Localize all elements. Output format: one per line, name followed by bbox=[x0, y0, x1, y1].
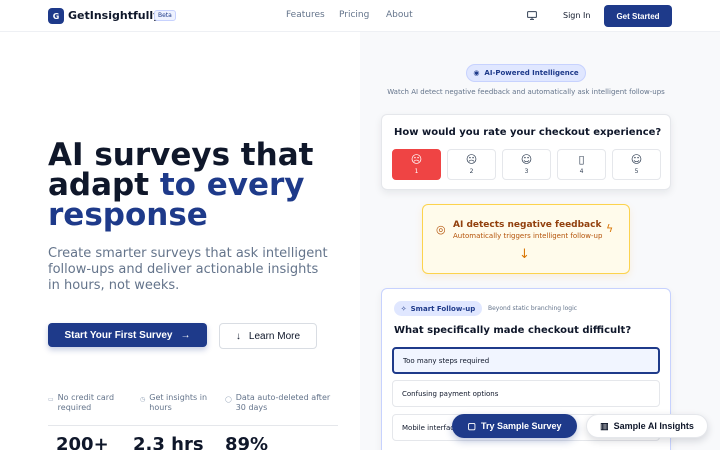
nav-about[interactable]: About bbox=[386, 10, 413, 20]
stat-hours: 2.3 hrs bbox=[133, 434, 204, 450]
sample-insights-label: Sample AI Insights bbox=[613, 421, 694, 431]
rating-number: 4 bbox=[579, 168, 584, 175]
followup-option-1[interactable]: Too many steps required bbox=[392, 347, 660, 374]
frown-face-icon: ☹ bbox=[465, 153, 478, 166]
logo-icon[interactable]: G bbox=[48, 8, 64, 24]
sample-ai-insights-button[interactable]: ▥ Sample AI Insights bbox=[586, 414, 708, 438]
try-sample-label: Try Sample Survey bbox=[480, 421, 562, 431]
nav-pricing[interactable]: Pricing bbox=[339, 10, 369, 20]
brand-name[interactable]: GetInsightfully bbox=[68, 9, 160, 22]
rating-option-1[interactable]: ☹ 1 bbox=[392, 149, 441, 180]
detect-negative-card: ◎ AI detects negative feedback Automatic… bbox=[422, 204, 630, 274]
neutral-face-icon: ☺ bbox=[520, 153, 533, 166]
arrow-down-icon: ↓ bbox=[519, 247, 530, 262]
detect-title: AI detects negative feedback bbox=[453, 220, 602, 230]
learn-more-button[interactable]: ↓ Learn More bbox=[219, 323, 317, 349]
nav-features[interactable]: Features bbox=[286, 10, 325, 20]
arrow-down-icon: ↓ bbox=[235, 330, 241, 342]
happy-face-icon: ☺ bbox=[630, 153, 643, 166]
start-survey-label: Start Your First Survey bbox=[64, 329, 173, 341]
lightning-icon: ϟ bbox=[606, 222, 614, 235]
hero-title-line3: response bbox=[48, 197, 208, 233]
feature-text: Get insights in hours bbox=[149, 393, 208, 412]
followup-note: Beyond static branching logic bbox=[488, 305, 578, 312]
rating-number: 2 bbox=[469, 168, 474, 175]
rating-question: How would you rate your checkout experie… bbox=[394, 127, 662, 138]
rating-option-2[interactable]: ☹ 2 bbox=[447, 149, 496, 180]
try-sample-survey-button[interactable]: ▢ Try Sample Survey bbox=[452, 414, 577, 438]
smart-followup-label: Smart Follow-up bbox=[410, 304, 476, 313]
stat-percent: 89% bbox=[225, 434, 269, 450]
feature-text: Data auto-deleted after 30 days bbox=[235, 393, 331, 412]
rating-card: How would you rate your checkout experie… bbox=[381, 114, 671, 190]
feature-no-credit-card: ▭ No credit card required bbox=[48, 393, 130, 413]
rating-option-5[interactable]: ☺ 5 bbox=[612, 149, 661, 180]
placeholder-face-icon: ▯ bbox=[578, 153, 585, 166]
ai-powered-pill: ◉ AI-Powered Intelligence bbox=[466, 64, 586, 82]
feature-data-deleted: ◯ Data auto-deleted after 30 days bbox=[225, 393, 335, 413]
divider bbox=[48, 425, 338, 426]
credit-card-icon: ▭ bbox=[48, 396, 54, 403]
sparkle-icon: ✧ bbox=[400, 304, 407, 313]
demo-description: Watch AI detect negative feedback and au… bbox=[387, 88, 665, 96]
followup-question: What specifically made checkout difficul… bbox=[394, 325, 632, 336]
feature-insights-hours: ◷ Get insights in hours bbox=[140, 393, 216, 413]
hero-subtitle: Create smarter surveys that ask intellig… bbox=[48, 246, 328, 293]
sad-face-icon: ☹ bbox=[410, 153, 423, 166]
rating-number: 5 bbox=[634, 168, 639, 175]
clock-icon: ◷ bbox=[140, 396, 146, 403]
smart-followup-pill: ✧ Smart Follow-up bbox=[394, 301, 482, 316]
sparkle-icon: ◉ bbox=[473, 69, 480, 77]
hero-title: AI surveys that adapt to every response bbox=[48, 140, 348, 233]
monitor-icon[interactable] bbox=[527, 11, 537, 20]
stat-surveys: 200+ bbox=[56, 434, 109, 450]
chat-icon: ▢ bbox=[467, 420, 476, 431]
top-navbar: G GetInsightfully Beta Features Pricing … bbox=[0, 0, 720, 32]
beta-badge: Beta bbox=[154, 10, 176, 21]
shield-icon: ◯ bbox=[225, 396, 232, 403]
bar-chart-icon: ▥ bbox=[600, 420, 609, 431]
brain-icon: ◎ bbox=[436, 223, 446, 236]
get-started-button[interactable]: Get Started bbox=[604, 5, 672, 27]
sign-in-link[interactable]: Sign In bbox=[563, 11, 590, 20]
start-survey-button[interactable]: Start Your First Survey → bbox=[48, 323, 207, 347]
detect-subtitle: Automatically triggers intelligent follo… bbox=[453, 232, 603, 240]
rating-number: 1 bbox=[414, 168, 419, 175]
rating-option-3[interactable]: ☺ 3 bbox=[502, 149, 551, 180]
rating-number: 3 bbox=[524, 168, 529, 175]
feature-text: No credit card required bbox=[57, 393, 115, 412]
ai-pill-label: AI-Powered Intelligence bbox=[484, 69, 579, 77]
learn-more-label: Learn More bbox=[248, 330, 301, 342]
rating-option-4[interactable]: ▯ 4 bbox=[557, 149, 606, 180]
arrow-right-icon: → bbox=[180, 329, 191, 341]
followup-option-2[interactable]: Confusing payment options bbox=[392, 380, 660, 407]
